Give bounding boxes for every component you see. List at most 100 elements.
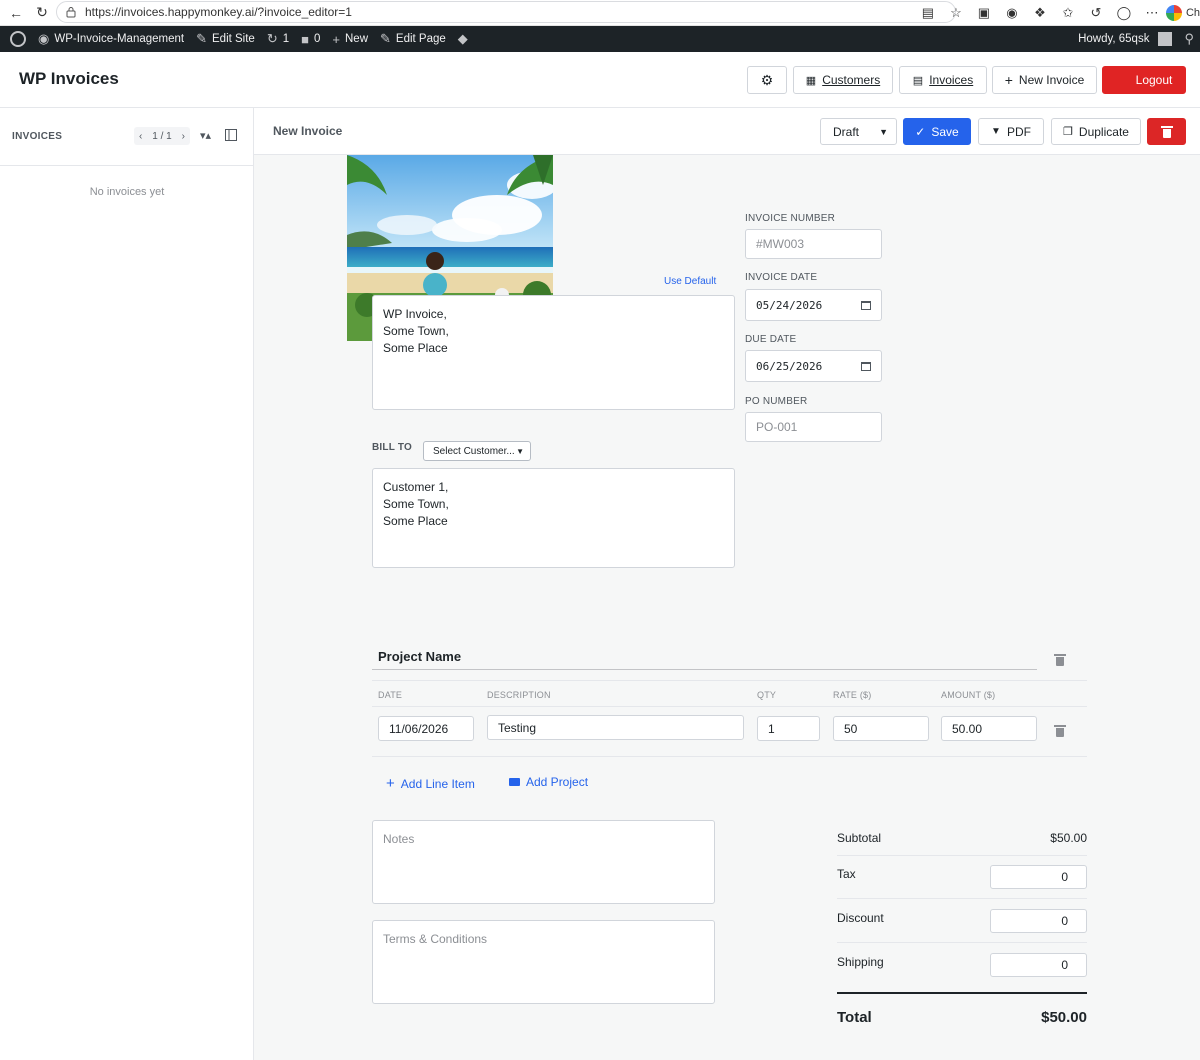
browser-toolbar: ← ↻ https://invoices.happymonkey.ai/?inv… [0, 0, 1200, 26]
total-divider [837, 992, 1087, 994]
notes-textarea[interactable]: Notes [372, 820, 715, 904]
invoice-date-input[interactable]: 05/24/2026 [745, 289, 882, 321]
edit-page-label: Edit Page [395, 33, 446, 45]
invoice-number-label: INVOICE NUMBER [745, 213, 836, 224]
delete-project-icon[interactable] [1054, 654, 1066, 666]
site-name-link[interactable]: ◉ WP-Invoice-Management [32, 26, 190, 52]
save-button[interactable]: ✓ Save [903, 118, 971, 145]
delete-line-item-icon[interactable] [1054, 725, 1066, 737]
bill-to-label: BILL TO [372, 442, 412, 453]
status-value: Draft [833, 124, 860, 139]
chevron-down-icon: ▼ [879, 126, 888, 137]
address-bar[interactable]: https://invoices.happymonkey.ai/?invoice… [56, 1, 956, 23]
bill-to-textarea[interactable]: Customer 1, Some Town, Some Place [372, 468, 735, 568]
download-icon: ▼ [991, 126, 1001, 137]
from-address-textarea[interactable]: WP Invoice, Some Town, Some Place [372, 295, 735, 410]
customer-select[interactable]: Select Customer... ▼ [423, 441, 531, 461]
back-icon[interactable]: ← [6, 3, 26, 23]
editor-toolbar: New Invoice Draft ▼ ✓ Save ▼ PDF ❐ Dupli… [254, 108, 1200, 155]
reload-icon[interactable]: ↻ [32, 3, 52, 23]
invoice-sidebar: INVOICES ‹ 1 / 1 › ▾▴ No invoices yet [0, 108, 254, 1060]
favorite-star-icon[interactable]: ☆ [942, 0, 970, 26]
updates-link[interactable]: ↻ 1 [261, 26, 295, 52]
divider [837, 898, 1087, 899]
folder-icon [509, 778, 520, 786]
extensions-puzzle-icon[interactable]: ❖ [1026, 0, 1054, 26]
due-date-input[interactable]: 06/25/2026 [745, 350, 882, 382]
add-line-item-button[interactable]: + Add Line Item [386, 775, 475, 792]
updates-icon: ↻ [266, 31, 278, 46]
favorites-icon[interactable]: ✩ [1054, 0, 1082, 26]
profile-icon[interactable]: ◯ [1110, 0, 1138, 26]
editor-title: New Invoice [273, 124, 343, 138]
line-rate-input[interactable]: 50 [833, 716, 929, 741]
duplicate-button[interactable]: ❐ Duplicate [1051, 118, 1141, 145]
new-label: New [345, 33, 369, 45]
extension-circle-icon[interactable]: ◉ [998, 0, 1026, 26]
shipping-input[interactable]: 0 [990, 953, 1087, 977]
po-number-input[interactable]: PO-001 [745, 412, 882, 442]
total-label: Total [837, 1009, 872, 1026]
diamond-icon[interactable]: ◆ [452, 26, 474, 52]
empty-state: No invoices yet [89, 186, 165, 198]
project-name-underline [372, 669, 1037, 670]
line-qty-input[interactable]: 1 [757, 716, 820, 741]
collapse-sidebar-icon[interactable] [225, 129, 237, 144]
plus-icon: + [1004, 72, 1013, 88]
sort-icon[interactable]: ▾▴ [200, 129, 211, 142]
plus-icon: + [332, 31, 340, 47]
calendar-icon[interactable] [861, 300, 871, 310]
customer-select-value: Select Customer... [433, 445, 515, 457]
history-icon[interactable]: ↺ [1082, 0, 1110, 26]
site-name-label: WP-Invoice-Management [54, 33, 185, 45]
tax-label: Tax [837, 867, 856, 881]
tax-input[interactable]: 0 [990, 865, 1087, 889]
line-date-input[interactable]: 11/06/2026 [378, 716, 474, 741]
site-info-icon[interactable] [65, 6, 77, 18]
extension-icon[interactable]: ▣ [970, 0, 998, 26]
edit-site-link[interactable]: ✎ Edit Site [190, 26, 261, 52]
edit-page-link[interactable]: ✎ Edit Page [374, 26, 452, 52]
use-default-link[interactable]: Use Default [664, 276, 716, 287]
invoices-button[interactable]: ▤ Invoices [899, 66, 987, 94]
invoice-date-label: INVOICE DATE [745, 272, 818, 283]
more-icon[interactable]: ⋯ [1138, 0, 1166, 26]
brush-icon: ✎ [196, 31, 207, 46]
search-icon[interactable]: ⚲ [1178, 26, 1200, 52]
comments-link[interactable]: ■ 0 [295, 26, 326, 52]
reader-mode-icon[interactable]: ▤ [914, 0, 942, 26]
invoice-number-input[interactable]: #MW003 [745, 229, 882, 259]
calendar-icon[interactable] [861, 361, 871, 371]
prev-page-icon[interactable]: ‹ [139, 131, 142, 142]
settings-button[interactable]: ⚙ [747, 66, 787, 94]
delete-invoice-button[interactable] [1147, 118, 1186, 145]
next-page-icon[interactable]: › [182, 131, 185, 142]
divider [837, 942, 1087, 943]
comments-count: 0 [314, 33, 321, 45]
add-project-label: Add Project [526, 775, 589, 789]
line-description-input[interactable]: Testing [487, 715, 744, 740]
new-content-link[interactable]: + New [326, 26, 374, 52]
project-name-input[interactable]: Project Name [378, 649, 461, 664]
wp-logo-icon[interactable] [0, 26, 32, 52]
divider [372, 680, 1087, 681]
duplicate-label: Duplicate [1078, 124, 1129, 139]
pdf-button[interactable]: ▼ PDF [978, 118, 1044, 145]
add-project-button[interactable]: Add Project [509, 775, 588, 789]
col-qty-header: QTY [757, 690, 777, 700]
terms-textarea[interactable]: Terms & Conditions [372, 920, 715, 1004]
col-amount-header: AMOUNT ($) [941, 690, 996, 700]
account-menu[interactable]: Howdy, 65qsk [1072, 26, 1178, 52]
line-amount-input[interactable]: 50.00 [941, 716, 1037, 741]
new-invoice-button[interactable]: + New Invoice [992, 66, 1097, 94]
copy-icon: ❐ [1063, 126, 1073, 138]
copilot-icon[interactable]: Ch [1165, 0, 1200, 26]
save-label: Save [931, 124, 959, 139]
logout-button[interactable]: Logout [1102, 66, 1186, 94]
status-select[interactable]: Draft ▼ [820, 118, 897, 145]
sidebar-pager: ‹ 1 / 1 › [134, 127, 190, 145]
customers-button[interactable]: ▦ Customers [793, 66, 893, 94]
copilot-label: Ch [1185, 7, 1200, 19]
comment-icon: ■ [301, 31, 309, 47]
discount-input[interactable]: 0 [990, 909, 1087, 933]
